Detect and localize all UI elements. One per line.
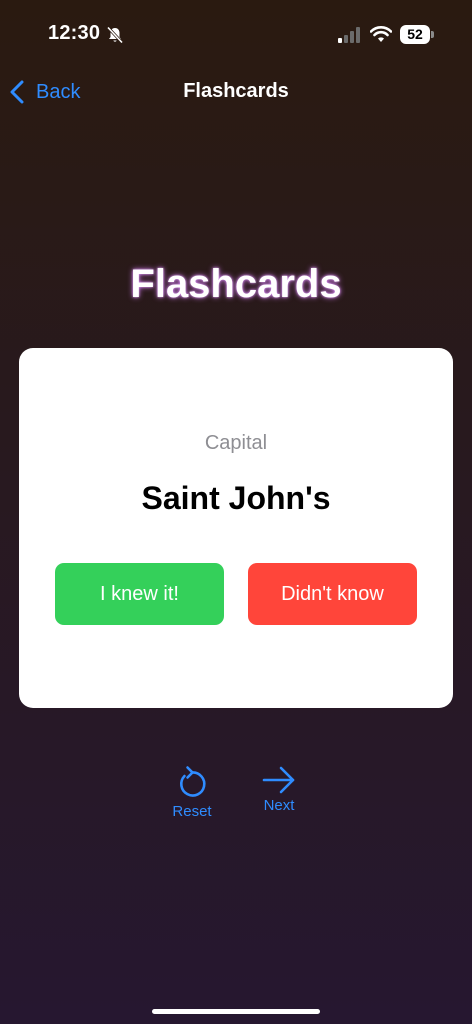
next-button[interactable]: Next [256,765,302,814]
battery-indicator: 52 [400,25,430,44]
reset-label: Reset [172,803,212,820]
battery-cap [431,31,434,38]
home-indicator[interactable] [152,1009,320,1014]
battery-level: 52 [407,26,423,42]
knew-it-button[interactable]: I knew it! [55,563,224,625]
didnt-know-button[interactable]: Didn't know [248,563,417,625]
status-time: 12:30 [48,22,101,44]
nav-title: Flashcards [183,80,289,102]
card-controls: Reset Next [0,765,472,825]
arrow-right-icon [262,766,295,794]
page-title: Flashcards [130,262,342,306]
cellular-signal-icon [338,27,360,43]
navigation-bar: Back Flashcards [0,70,472,114]
card-category: Capital [204,432,268,454]
wifi-icon [370,26,392,42]
status-bar: 12:30 52 [0,0,472,70]
reset-icon [180,766,206,797]
card-answer: Saint John's [141,480,331,516]
bell-slash-icon [106,26,124,44]
next-label: Next [263,797,295,814]
flashcard[interactable]: Capital Saint John's I knew it! Didn't k… [19,348,453,708]
reset-button[interactable]: Reset [166,765,218,820]
